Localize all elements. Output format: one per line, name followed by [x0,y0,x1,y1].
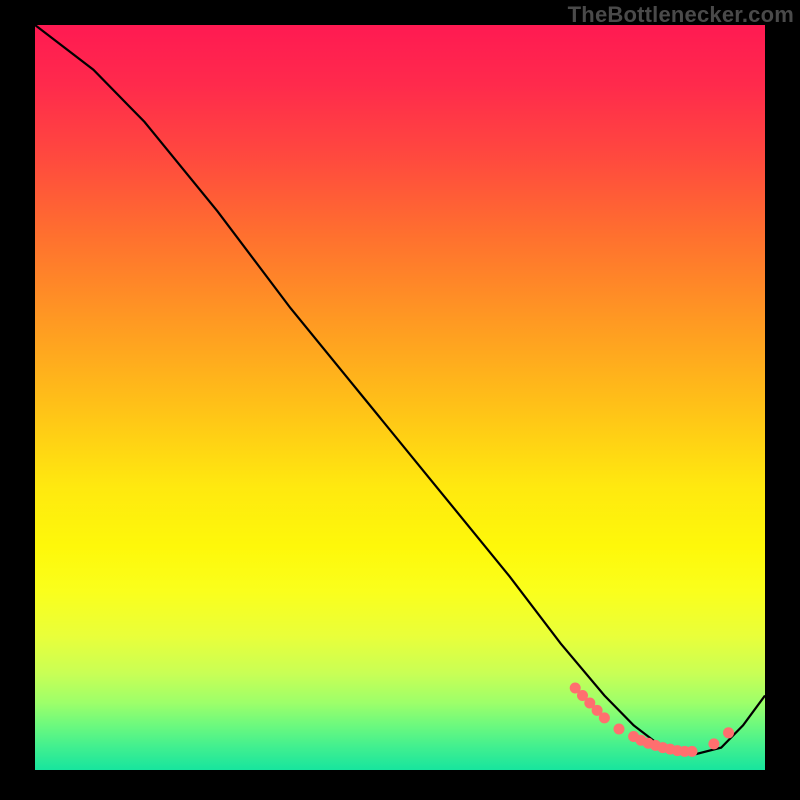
marker-dot [723,727,734,738]
marker-dot [599,712,610,723]
plot-area [35,25,765,770]
bottleneck-curve-path [35,25,765,755]
chart-frame: TheBottlenecker.com [0,0,800,800]
marker-dot [687,746,698,757]
marker-dot [614,724,625,735]
marker-dot [708,738,719,749]
marker-group [570,683,734,757]
curve-layer [35,25,765,770]
